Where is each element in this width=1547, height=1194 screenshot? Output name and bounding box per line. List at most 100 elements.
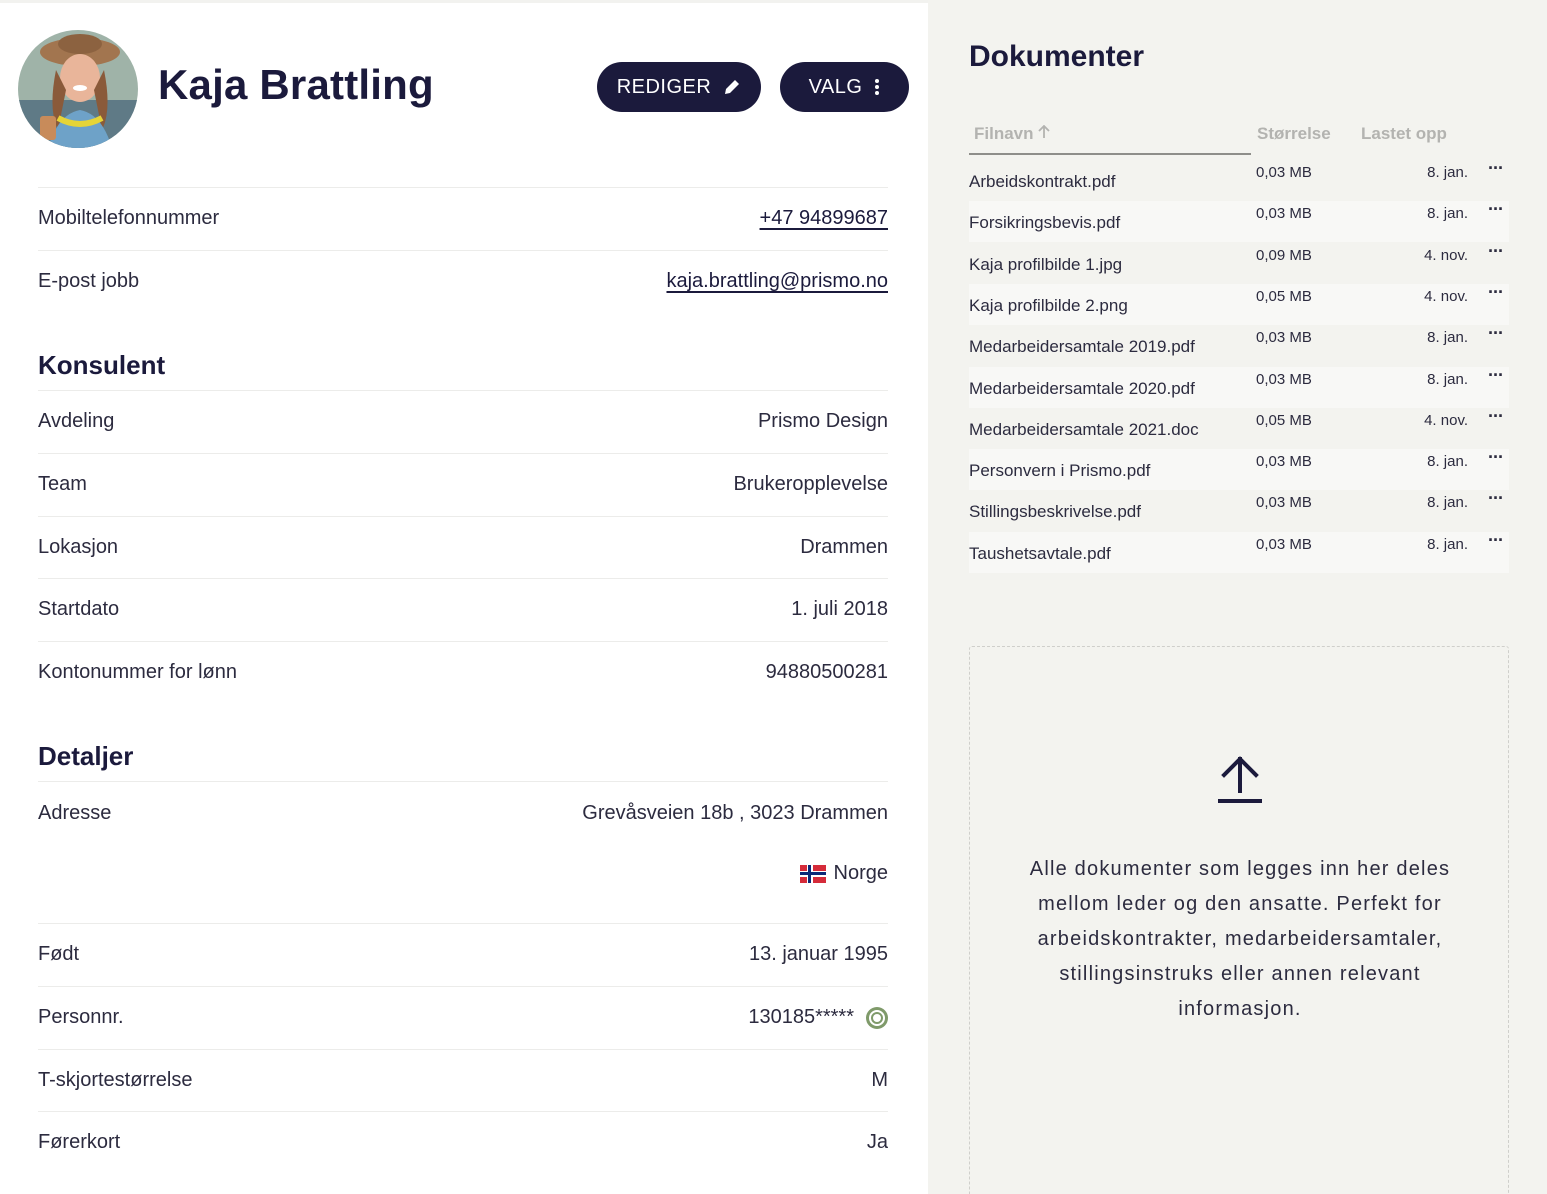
edit-button-label: REDIGER — [616, 75, 712, 98]
document-filename[interactable]: Medarbeidersamtale 2019.pdf — [969, 337, 1195, 357]
field-label: Avdeling — [38, 410, 115, 432]
edit-button[interactable]: REDIGER — [597, 62, 761, 112]
document-row[interactable]: Stillingsbeskrivelse.pdf 0,03 MB 8. jan. ··… — [969, 488, 1509, 531]
document-filename[interactable]: Arbeidskontrakt.pdf — [969, 172, 1115, 192]
field-label: Startdato — [38, 598, 120, 620]
field-label: Kontonummer for lønn — [38, 661, 237, 683]
document-filename[interactable]: Kaja profilbilde 2.png — [969, 296, 1128, 316]
more-horizontal-icon[interactable]: ··· — [1488, 530, 1504, 551]
field-label: Adresse — [38, 802, 112, 824]
document-row[interactable]: Forsikringsbevis.pdf 0,03 MB 8. jan. ··· — [969, 199, 1509, 243]
document-filename[interactable]: Medarbeidersamtale 2020.pdf — [969, 379, 1195, 399]
document-row[interactable]: Kaja profilbilde 2.png 0,05 MB 4. nov. ··· — [969, 282, 1509, 325]
document-date: 4. nov. — [1424, 246, 1468, 264]
document-date: 4. nov. — [1424, 287, 1468, 305]
document-size: 0,03 MB — [1256, 205, 1312, 223]
more-horizontal-icon[interactable]: ··· — [1488, 199, 1504, 220]
address-value: Grevåsveien 18b , 3023 Drammen — [582, 802, 888, 824]
document-filename[interactable]: Personvern i Prismo.pdf — [969, 461, 1150, 481]
document-row[interactable]: Medarbeidersamtale 2019.pdf 0,03 MB 8. jan… — [969, 323, 1509, 366]
section-title-konsulent: Konsulent — [38, 350, 166, 380]
document-size: 0,03 MB — [1256, 494, 1312, 512]
employee-name: Kaja Brattling — [158, 61, 434, 108]
document-date: 8. jan. — [1427, 453, 1468, 471]
info-row-tskjorte: T-skjortestørrelse M — [38, 1049, 888, 1111]
options-button[interactable]: VALG — [780, 62, 909, 112]
more-horizontal-icon[interactable]: ··· — [1488, 447, 1504, 468]
section-title-detaljer: Detaljer — [38, 741, 134, 771]
info-row-lokasjon: Lokasjon Drammen — [38, 516, 888, 578]
document-size: 0,09 MB — [1256, 246, 1312, 264]
info-row-personnr: Personnr. 130185***** — [38, 986, 888, 1048]
field-value: M — [871, 1069, 888, 1091]
document-size: 0,03 MB — [1256, 164, 1312, 181]
column-header-label: Filnavn — [974, 124, 1034, 143]
upload-dropzone[interactable]: Alle dokumenter som legges inn her deles… — [969, 646, 1509, 1194]
document-date: 4. nov. — [1424, 411, 1468, 429]
field-value: 1. juli 2018 — [791, 598, 888, 620]
pencil-icon — [723, 78, 741, 96]
document-size: 0,05 MB — [1256, 411, 1312, 429]
document-date: 8. jan. — [1427, 494, 1468, 512]
avatar — [18, 30, 138, 148]
personnr-value-group: 130185***** — [748, 1006, 888, 1029]
info-row-avdeling: Avdeling Prismo Design — [38, 390, 888, 452]
country-value: Norge — [799, 862, 888, 885]
field-value: Prismo Design — [757, 410, 888, 432]
document-row[interactable]: Medarbeidersamtale 2021.doc 0,05 MB 4. nov… — [969, 406, 1509, 449]
document-filename[interactable]: Taushetsavtale.pdf — [969, 544, 1111, 564]
field-label: Født — [38, 943, 80, 965]
more-horizontal-icon[interactable]: ··· — [1488, 406, 1504, 427]
field-label: Førerkort — [38, 1131, 121, 1153]
info-row-kontonummer: Kontonummer for lønn 94880500281 — [38, 641, 888, 703]
document-filename[interactable]: Kaja profilbilde 1.jpg — [969, 255, 1122, 275]
document-date: 8. jan. — [1427, 370, 1468, 388]
document-size: 0,05 MB — [1256, 287, 1312, 305]
document-size: 0,03 MB — [1256, 453, 1312, 471]
more-horizontal-icon[interactable]: ··· — [1488, 241, 1504, 262]
more-horizontal-icon[interactable]: ··· — [1488, 365, 1504, 386]
country-name: Norge — [833, 862, 888, 884]
options-button-label: VALG — [808, 75, 863, 98]
field-value: Ja — [866, 1131, 888, 1153]
field-label: Personnr. — [38, 1006, 124, 1028]
info-row-startdato: Startdato 1. juli 2018 — [38, 578, 888, 640]
document-row[interactable]: Kaja profilbilde 1.jpg 0,09 MB 4. nov. ··· — [969, 241, 1509, 284]
eye-icon[interactable] — [866, 1006, 888, 1029]
field-value: 13. januar 1995 — [748, 943, 888, 965]
phone-link[interactable]: +47 94899687 — [760, 207, 888, 230]
field-value: Brukeropplevelse — [733, 473, 888, 495]
more-vertical-icon — [874, 78, 880, 96]
norway-flag-icon — [799, 864, 826, 883]
document-date: 8. jan. — [1427, 164, 1468, 181]
email-link[interactable]: kaja.brattling@prismo.no — [666, 270, 888, 293]
document-filename[interactable]: Forsikringsbevis.pdf — [969, 213, 1120, 233]
more-horizontal-icon[interactable]: ··· — [1488, 488, 1504, 509]
column-header-size[interactable]: Størrelse — [1257, 124, 1331, 144]
field-label: T-skjortestørrelse — [38, 1069, 193, 1091]
column-header-filename[interactable]: Filnavn — [974, 124, 1050, 144]
more-horizontal-icon[interactable]: ··· — [1488, 282, 1504, 303]
document-date: 8. jan. — [1427, 205, 1468, 223]
document-size: 0,03 MB — [1256, 329, 1312, 347]
more-horizontal-icon[interactable]: ··· — [1488, 158, 1504, 179]
document-date: 8. jan. — [1427, 535, 1468, 553]
more-horizontal-icon[interactable]: ··· — [1488, 323, 1504, 344]
document-row[interactable]: Personvern i Prismo.pdf 0,03 MB 8. jan. ··· — [969, 447, 1509, 491]
document-size: 0,03 MB — [1256, 370, 1312, 388]
document-row[interactable]: Arbeidskontrakt.pdf 0,03 MB 8. jan. ··· — [969, 158, 1509, 201]
document-row[interactable]: Taushetsavtale.pdf 0,03 MB 8. jan. ··· — [969, 530, 1509, 573]
upload-icon — [1218, 756, 1262, 803]
field-value: 94880500281 — [765, 661, 888, 683]
document-filename[interactable]: Medarbeidersamtale 2021.doc — [969, 420, 1199, 440]
avatar-photo-icon — [18, 30, 138, 148]
sort-indicator-line — [969, 153, 1251, 155]
document-filename[interactable]: Stillingsbeskrivelse.pdf — [969, 502, 1141, 522]
sort-arrow-up-icon — [1037, 124, 1050, 144]
contact-row-email: E-post jobb kaja.brattling@prismo.no — [38, 250, 888, 312]
documents-title: Dokumenter — [969, 40, 1145, 73]
documents-panel: Dokumenter Filnavn Størrelse Lastet opp … — [928, 0, 1547, 1194]
document-row[interactable]: Medarbeidersamtale 2020.pdf 0,03 MB 8. jan… — [969, 365, 1509, 408]
document-size: 0,03 MB — [1256, 535, 1312, 553]
column-header-uploaded[interactable]: Lastet opp — [1361, 124, 1447, 144]
